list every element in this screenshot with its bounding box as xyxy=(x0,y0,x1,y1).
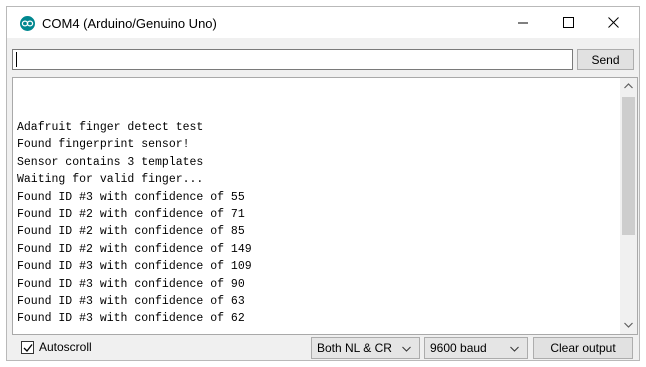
title-bar[interactable]: COM4 (Arduino/Genuino Uno) xyxy=(7,7,639,38)
clear-output-button[interactable]: Clear output xyxy=(533,337,633,359)
checkmark-icon xyxy=(23,343,33,352)
serial-output[interactable]: Adafruit finger detect test Found fingerp… xyxy=(12,77,638,335)
bottom-bar: Autoscroll Both NL & CR 9600 baud Clear … xyxy=(7,337,639,361)
window-title: COM4 (Arduino/Genuino Uno) xyxy=(42,16,217,31)
serial-monitor-window: COM4 (Arduino/Genuino Uno) Send Adafruit… xyxy=(6,6,640,361)
output-line: Found ID #3 with confidence of 63 xyxy=(17,294,245,308)
vertical-scrollbar[interactable] xyxy=(620,78,637,334)
line-ending-value: Both NL & CR xyxy=(317,341,392,355)
minimize-button[interactable] xyxy=(501,7,546,38)
output-line: Found ID #3 with confidence of 62 xyxy=(17,312,245,326)
autoscroll-toggle[interactable]: Autoscroll xyxy=(21,340,92,354)
close-button[interactable] xyxy=(591,7,636,38)
close-icon xyxy=(608,17,619,28)
output-line: Found ID #3 with confidence of 55 xyxy=(17,190,245,204)
baud-rate-select[interactable]: 9600 baud xyxy=(424,337,528,359)
chevron-down-icon xyxy=(624,322,633,328)
autoscroll-label: Autoscroll xyxy=(39,340,92,354)
chevron-down-icon xyxy=(510,346,519,352)
output-line: Found ID #2 with confidence of 85 xyxy=(17,225,245,239)
baud-rate-value: 9600 baud xyxy=(430,341,487,355)
output-line: Found fingerprint sensor! xyxy=(17,138,190,152)
arduino-icon xyxy=(20,16,35,31)
maximize-button[interactable] xyxy=(546,7,591,38)
line-ending-select[interactable]: Both NL & CR xyxy=(311,337,420,359)
output-line: Found ID #2 with confidence of 149 xyxy=(17,242,252,256)
output-text: Adafruit finger detect test Found fingerp… xyxy=(17,119,252,328)
chevron-up-icon xyxy=(624,83,633,89)
maximize-icon xyxy=(563,17,574,28)
output-line: Found ID #2 with confidence of 71 xyxy=(17,207,245,221)
send-button[interactable]: Send xyxy=(577,49,634,70)
output-line: Sensor contains 3 templates xyxy=(17,155,204,169)
output-line: Found ID #3 with confidence of 109 xyxy=(17,260,252,274)
autoscroll-checkbox[interactable] xyxy=(21,340,34,354)
output-line: Waiting for valid finger... xyxy=(17,173,204,187)
output-line: Found ID #3 with confidence of 90 xyxy=(17,277,245,291)
serial-input[interactable] xyxy=(12,49,573,70)
chevron-down-icon xyxy=(402,346,411,352)
send-row: Send xyxy=(7,38,639,70)
output-line: Adafruit finger detect test xyxy=(17,121,204,134)
scroll-up-button[interactable] xyxy=(620,78,637,95)
text-caret xyxy=(16,52,17,67)
scroll-thumb[interactable] xyxy=(622,97,635,235)
scroll-down-button[interactable] xyxy=(620,317,637,334)
minimize-icon xyxy=(518,22,528,24)
